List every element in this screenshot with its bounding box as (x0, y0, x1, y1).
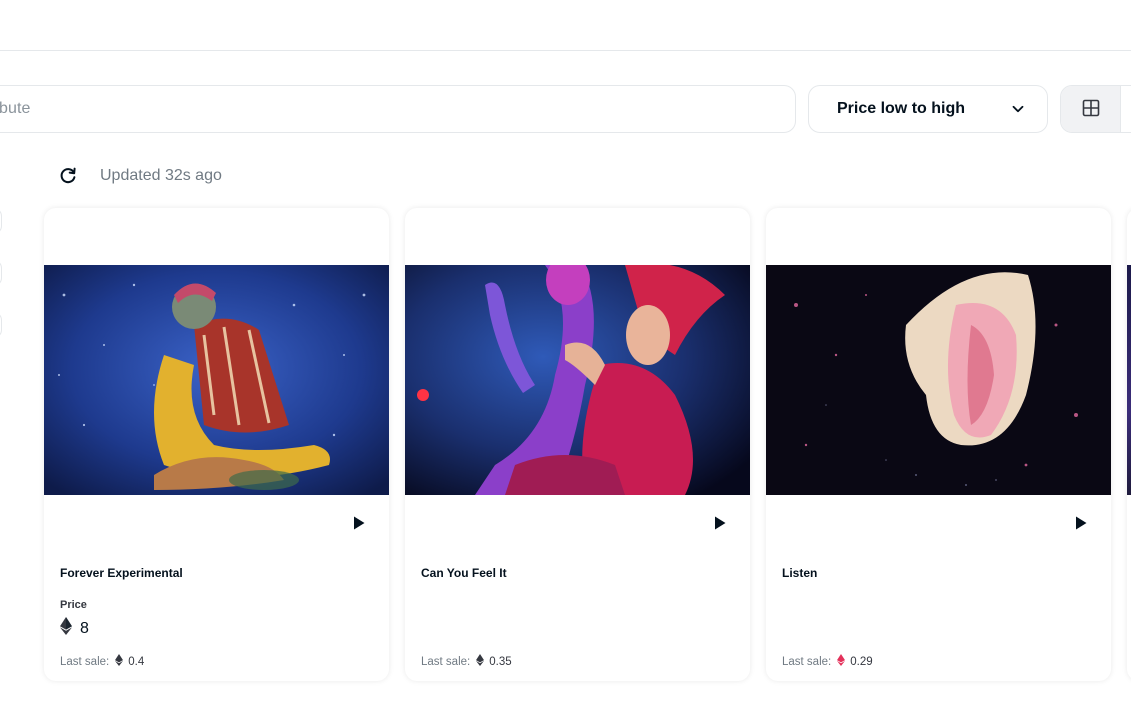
filter-chip-edge[interactable] (0, 260, 2, 286)
sort-dropdown[interactable]: Price low to high (808, 85, 1048, 133)
filter-chip-edge[interactable] (0, 312, 2, 338)
filter-chip-edge[interactable] (0, 208, 2, 234)
nft-card[interactable]: Forever Experimental Price 8 Last sale: … (44, 208, 389, 681)
nft-name[interactable]: Can You Feel It (421, 566, 507, 580)
ethereum-icon (60, 617, 72, 640)
update-status: Updated 32s ago (58, 162, 222, 190)
nft-card[interactable]: Listen Last sale: 0.29 (766, 208, 1111, 681)
nft-card-partial[interactable] (1127, 208, 1131, 681)
last-sale: Last sale: 0.4 (60, 654, 144, 669)
refresh-icon[interactable] (58, 166, 78, 186)
ethereum-icon (837, 654, 846, 669)
nft-name[interactable]: Forever Experimental (60, 566, 183, 580)
nft-name[interactable]: Listen (782, 566, 817, 580)
ethereum-icon (476, 654, 485, 669)
last-sale-label: Last sale: (60, 655, 110, 668)
chevron-down-icon (1011, 102, 1025, 116)
ethereum-icon (115, 654, 124, 669)
search-input[interactable]: bute (0, 85, 796, 133)
nft-image[interactable] (405, 265, 750, 495)
last-sale-value: 0.35 (489, 655, 512, 668)
grid-view-button[interactable] (1061, 86, 1121, 132)
sort-selected-label: Price low to high (837, 100, 966, 117)
view-toggle (1060, 85, 1131, 133)
play-icon[interactable] (1074, 515, 1088, 531)
nft-card[interactable]: Can You Feel It Last sale: 0.35 (405, 208, 750, 681)
nft-image[interactable] (44, 265, 389, 495)
price-value: 8 (60, 617, 89, 640)
play-icon[interactable] (352, 515, 366, 531)
last-sale-value: 0.4 (128, 655, 145, 668)
last-sale-label: Last sale: (421, 655, 471, 668)
nft-image[interactable] (766, 265, 1111, 495)
play-icon[interactable] (713, 515, 727, 531)
last-sale-value: 0.29 (850, 655, 873, 668)
last-sale-label: Last sale: (782, 655, 832, 668)
last-sale: Last sale: 0.29 (782, 654, 873, 669)
top-navigation-bar (0, 0, 1131, 51)
price-amount: 8 (80, 619, 89, 637)
updated-timestamp: Updated 32s ago (100, 167, 222, 184)
search-placeholder: bute (0, 100, 31, 117)
last-sale: Last sale: 0.35 (421, 654, 512, 669)
price-label: Price (60, 599, 87, 611)
grid-view-icon (1082, 99, 1100, 122)
nft-image[interactable] (1127, 265, 1131, 495)
